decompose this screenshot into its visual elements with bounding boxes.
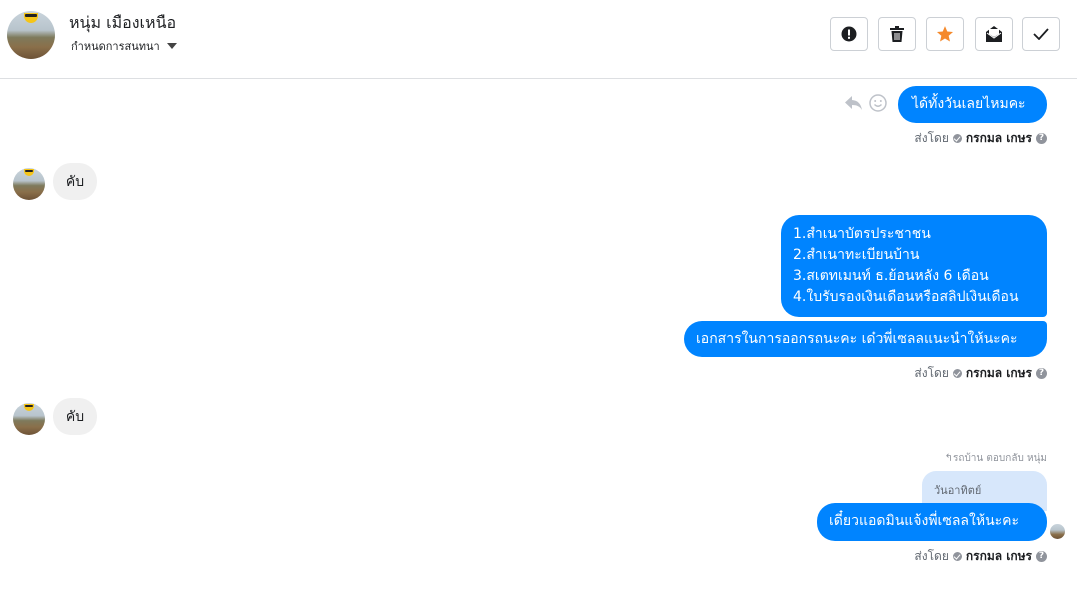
help-icon[interactable]: ? [1036,551,1047,562]
reply-meta: ↰รถบ้าน ตอบกลับ หนุ่ม [944,453,1047,464]
message-line: 2.สำเนาทะเบียนบ้าน [793,247,920,263]
assign-label: กำหนดการสนทนา [71,40,160,53]
message-bubble-outgoing[interactable]: 1.สำเนาบัตรประชาชน 2.สำเนาทะเบียนบ้าน 3.… [781,215,1047,317]
delete-button[interactable] [878,17,916,51]
message-line: 1.สำเนาบัตรประชาชน [793,226,931,242]
avatar[interactable] [13,403,45,435]
sunglasses-emoji-icon [24,404,34,411]
emoji-react-icon[interactable] [869,94,887,112]
sunglasses-emoji-icon [24,169,34,176]
reply-icon[interactable] [845,95,863,111]
help-icon[interactable]: ? [1036,133,1047,144]
avatar[interactable] [7,11,55,59]
message-bubble-outgoing[interactable]: เอกสารในการออกรถนะคะ เด๋วพี่เซลลแนะนำให้… [684,321,1047,357]
chevron-down-icon [166,43,177,49]
alert-icon [841,26,857,42]
seen-avatar [1050,524,1065,539]
sent-by-prefix: ส่งโดย [914,366,949,380]
sent-by-line: ส่งโดย กรกมล เกษร ? [914,364,1047,383]
mark-done-button[interactable] [1022,17,1060,51]
sender-name[interactable]: กรกมล เกษร [966,129,1032,148]
message-bubble-incoming[interactable]: คับ [53,398,97,435]
message-bubble-incoming[interactable]: คับ [53,163,97,200]
mail-icon [986,26,1002,42]
verified-check-icon [952,369,962,378]
conversation-header: หนุ่ม เมืองเหนือ กำหนดการสนทนา [0,0,1077,79]
message-text: เอกสารในการออกรถนะคะ เด๋วพี่เซลลแนะนำให้… [696,331,1018,347]
contact-name[interactable]: หนุ่ม เมืองเหนือ [69,11,176,36]
message-line: 3.สเตทเมนท์ ธ.ย้อนหลัง 6 เดือน [793,268,989,284]
message-text: คับ [65,408,85,425]
star-button[interactable] [926,17,964,51]
check-icon [1033,28,1049,40]
sent-by-line: ส่งโดย กรกมล เกษร ? [914,547,1047,566]
sent-by-prefix: ส่งโดย [914,549,949,563]
message-text: ได้ทั้งวันเลยไหมคะ [912,96,1026,112]
assign-conversation-dropdown[interactable]: กำหนดการสนทนา [71,37,177,55]
message-bubble-outgoing[interactable]: เดี๋ยวแอดมินแจ้งพี่เซลลให้นะคะ [817,503,1047,541]
sender-name[interactable]: กรกมล เกษร [966,547,1032,566]
mark-spam-button[interactable] [830,17,868,51]
message-line: 4.ใบรับรองเงินเดือนหรือสลิปเงินเดือน [793,289,1019,305]
quoted-text: วันอาทิตย์ [934,484,982,497]
help-icon[interactable]: ? [1036,368,1047,379]
sent-by-line: ส่งโดย กรกมล เกษร ? [914,129,1047,148]
sent-by-prefix: ส่งโดย [914,131,949,145]
message-text: คับ [65,173,85,190]
verified-check-icon [952,552,962,561]
sunglasses-emoji-icon [24,13,38,23]
trash-icon [890,26,904,42]
verified-check-icon [952,134,962,143]
message-text: เดี๋ยวแอดมินแจ้งพี่เซลลให้นะคะ [829,513,1020,529]
message-bubble-outgoing[interactable]: ได้ทั้งวันเลยไหมคะ [898,86,1047,123]
mark-unread-button[interactable] [975,17,1013,51]
sender-name[interactable]: กรกมล เกษร [966,364,1032,383]
star-icon [936,26,954,42]
avatar[interactable] [13,168,45,200]
